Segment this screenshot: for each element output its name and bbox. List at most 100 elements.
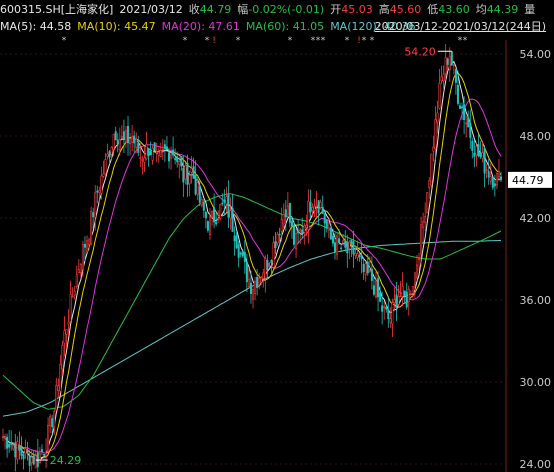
candle-body bbox=[178, 160, 181, 165]
candle-body bbox=[106, 153, 109, 157]
candle-body bbox=[370, 268, 373, 281]
candle-body bbox=[55, 385, 58, 411]
candle-body bbox=[22, 454, 25, 460]
candle-body bbox=[194, 174, 197, 195]
candle-body bbox=[237, 244, 240, 258]
candle-body bbox=[475, 145, 478, 156]
candle-body bbox=[415, 264, 418, 278]
candle-body bbox=[200, 199, 203, 206]
candle-body bbox=[34, 455, 37, 469]
candle-body bbox=[6, 436, 9, 449]
axis-tick-label: 48.00 bbox=[520, 130, 552, 143]
candle-body bbox=[110, 146, 113, 155]
candle-body bbox=[311, 206, 314, 211]
candle-body bbox=[30, 456, 33, 464]
candle-body bbox=[288, 202, 291, 223]
candle-body bbox=[161, 149, 164, 151]
candle-body bbox=[344, 240, 347, 248]
candle-body bbox=[473, 152, 476, 157]
volume-label: 量 bbox=[524, 3, 536, 16]
candle-body bbox=[88, 239, 91, 245]
candle-body bbox=[53, 411, 56, 427]
candle-body bbox=[471, 141, 474, 151]
candle-body bbox=[389, 318, 392, 323]
date-range-link[interactable]: 2020/03/12-2021/03/12(244日) bbox=[375, 18, 546, 34]
candle-body bbox=[487, 171, 490, 178]
stock-code[interactable]: 600315.SH[上海家化] bbox=[0, 1, 113, 17]
candle-body bbox=[424, 216, 427, 223]
event-marker: * bbox=[183, 36, 188, 46]
candle-body bbox=[184, 165, 187, 180]
candle-body bbox=[372, 285, 375, 295]
candle-body bbox=[143, 157, 146, 163]
candle-body bbox=[79, 264, 82, 273]
candle-body bbox=[284, 209, 287, 218]
candle-body bbox=[127, 125, 130, 144]
candle-body bbox=[260, 277, 263, 283]
event-marker: * bbox=[463, 36, 468, 46]
candle-body bbox=[315, 205, 318, 207]
ma60-legend: MA(60): 41.05 bbox=[245, 19, 325, 33]
candle-body bbox=[481, 152, 484, 159]
candle-body bbox=[366, 261, 369, 274]
axis-tick-label: 42.00 bbox=[520, 212, 552, 225]
candle-body bbox=[219, 204, 222, 219]
candle-body bbox=[196, 182, 199, 195]
candle-body bbox=[268, 265, 271, 267]
candle-body bbox=[428, 180, 431, 189]
event-marker: * bbox=[205, 36, 210, 46]
candle-body bbox=[276, 233, 279, 244]
candle-body bbox=[73, 291, 76, 296]
candle-body bbox=[225, 196, 228, 205]
candle-body bbox=[235, 235, 238, 249]
candle-body bbox=[331, 235, 334, 244]
event-marker: * bbox=[288, 36, 293, 46]
candle-body bbox=[254, 281, 257, 294]
candle-body bbox=[20, 446, 23, 456]
candle-body bbox=[442, 73, 445, 81]
candle-body bbox=[176, 156, 179, 163]
candle-body bbox=[51, 418, 54, 428]
candle-body bbox=[204, 211, 207, 219]
candle-body bbox=[188, 174, 191, 185]
price-axis: 54.00 48.00 42.00 36.00 30.00 24.00 bbox=[505, 40, 552, 472]
candle-body bbox=[124, 130, 127, 143]
ma120-line bbox=[2, 239, 502, 417]
candle-body bbox=[217, 218, 220, 220]
candle-body bbox=[350, 239, 353, 245]
candle-body bbox=[104, 159, 107, 175]
candle-body bbox=[221, 202, 224, 205]
candle-body bbox=[358, 255, 361, 258]
candle-body bbox=[299, 229, 302, 232]
candle-body bbox=[141, 159, 144, 161]
candle-body bbox=[135, 138, 138, 148]
candle-body bbox=[356, 253, 359, 258]
candle-body bbox=[395, 294, 398, 308]
change-label: 幅 bbox=[237, 3, 249, 16]
low-annotation: 24.29 bbox=[35, 454, 81, 467]
candle-body bbox=[413, 272, 416, 285]
candlestick-chart[interactable]: * * *! * * * * * *! * * * * 54.0048.0042.0036.0030.0… bbox=[0, 0, 554, 472]
candle-body bbox=[362, 263, 365, 273]
ma10-legend: MA(10): 45.47 bbox=[77, 19, 156, 33]
open-label: 开 bbox=[330, 3, 342, 16]
candle-body bbox=[266, 260, 269, 271]
candle-body bbox=[479, 152, 482, 158]
candle-body bbox=[430, 153, 433, 186]
candle-body bbox=[432, 146, 435, 152]
high-annotation: 54.20 bbox=[404, 45, 452, 58]
candle-body bbox=[247, 278, 250, 287]
candle-body bbox=[434, 119, 437, 150]
candle-body bbox=[114, 131, 117, 141]
candle-body bbox=[274, 241, 277, 248]
candle-body bbox=[147, 148, 150, 156]
candle-body bbox=[303, 225, 306, 233]
candle-body bbox=[467, 117, 470, 128]
candle-body bbox=[229, 210, 232, 219]
candle-body bbox=[40, 449, 43, 452]
candle-body bbox=[211, 211, 214, 218]
candle-body bbox=[393, 299, 396, 304]
candle-body bbox=[262, 272, 265, 279]
candle-body bbox=[418, 258, 421, 261]
event-marker: ! bbox=[357, 36, 361, 46]
